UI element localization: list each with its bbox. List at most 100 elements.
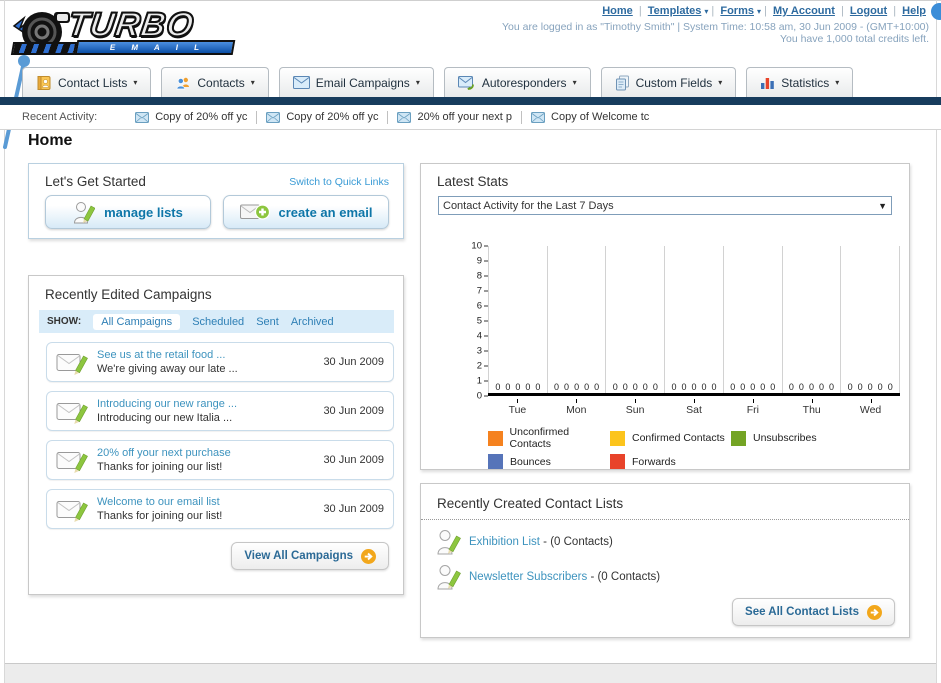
contact-list-item[interactable]: Exhibition List - (0 Contacts) [421, 524, 909, 559]
chart-value-label: 0 [701, 382, 707, 392]
campaign-title-link[interactable]: Welcome to our email list [97, 495, 222, 509]
y-axis-tick: 4 [477, 331, 488, 342]
filter-sent[interactable]: Sent [256, 316, 279, 328]
x-axis-label: Wed [841, 399, 900, 416]
contact-lists-icon [36, 75, 52, 91]
chart-value-label: 0 [711, 382, 717, 392]
manage-lists-button[interactable]: manage lists [45, 195, 211, 229]
contact-list-link[interactable]: Exhibition List [469, 536, 540, 548]
tab-label: Contacts [197, 75, 245, 90]
chart-value-label: 0 [808, 382, 814, 392]
tab-statistics[interactable]: Statistics ▾ [746, 67, 854, 97]
chart-day-column: 00000 [488, 246, 547, 393]
chevron-down-icon: ▼ [878, 200, 887, 211]
login-status-text: You are logged in as "Timothy Smith" | S… [502, 21, 929, 33]
tab-custom-fields[interactable]: Custom Fields ▾ [600, 67, 737, 97]
x-axis-label: Fri [723, 399, 782, 416]
top-nav-link-help[interactable]: Help [902, 5, 926, 17]
campaign-row[interactable]: Welcome to our email list Thanks for join… [46, 489, 394, 529]
tab-email-campaigns[interactable]: Email Campaigns ▾ [278, 67, 434, 97]
filter-archived[interactable]: Archived [291, 316, 334, 328]
top-nav-link-logout[interactable]: Logout [850, 5, 887, 17]
arrow-circle-icon [867, 604, 882, 620]
help-bubble-icon[interactable] [931, 3, 941, 20]
campaign-subtitle: Thanks for joining our list! [97, 461, 223, 473]
brand-sub: E M A I L [109, 43, 207, 52]
envelope-icon [531, 111, 546, 123]
navy-divider-bar [0, 97, 941, 105]
campaign-row[interactable]: Introducing our new range ... Introducing… [46, 391, 394, 431]
chart-value-label: 0 [730, 382, 736, 392]
chart-value-label: 0 [574, 382, 580, 392]
chart-value-label: 0 [818, 382, 824, 392]
recent-activity-item[interactable]: Copy of 20% off yc [266, 111, 378, 123]
recent-activity-bar: Recent Activity: Copy of 20% off yc Copy … [0, 105, 941, 130]
main-nav-tabbar: Contact Lists ▾ Contacts ▾ Email Campaigns ▾ A… [0, 67, 941, 97]
filter-scheduled[interactable]: Scheduled [192, 316, 244, 328]
campaign-title-link[interactable]: See us at the retail food ... [97, 348, 238, 362]
x-axis-label: Sat [665, 399, 724, 416]
see-all-contact-lists-button[interactable]: See All Contact Lists [732, 598, 895, 626]
legend-label: Forwards [632, 455, 676, 468]
chart-legend: Unconfirmed Contacts Confirmed Contacts Un… [488, 426, 817, 469]
campaign-edit-icon [56, 447, 88, 474]
separator [387, 110, 389, 124]
campaign-edit-icon [56, 349, 88, 376]
chart-value-label: 0 [828, 382, 834, 392]
chart-day-column: 00000 [546, 246, 606, 393]
campaign-row[interactable]: 20% off your next purchase Thanks for joi… [46, 440, 394, 480]
tab-contacts[interactable]: Contacts ▾ [161, 67, 269, 97]
y-axis-tick: 7 [477, 286, 488, 297]
y-tick-label: 9 [476, 255, 482, 267]
chart-day-column: 00000 [664, 246, 723, 393]
get-started-panel: Let's Get Started Switch to Quick Links … [28, 163, 404, 239]
top-nav-link-templates[interactable]: Templates [648, 5, 702, 17]
page-footer [5, 663, 936, 683]
y-tick-label: 1 [476, 375, 482, 387]
create-email-button[interactable]: create an email [223, 195, 389, 229]
tab-autoresponders[interactable]: Autoresponders ▾ [443, 67, 591, 97]
x-axis-label: Mon [547, 399, 606, 416]
tab-contact-lists[interactable]: Contact Lists ▾ [22, 67, 152, 97]
y-tick-label: 8 [476, 270, 482, 282]
tab-label: Contact Lists [58, 75, 128, 90]
campaign-row[interactable]: See us at the retail food ... We're givin… [46, 342, 394, 382]
legend-item: Bounces [488, 454, 610, 469]
y-axis-tick: 2 [477, 361, 488, 372]
recent-activity-item[interactable]: Copy of 20% off yc [135, 111, 247, 123]
chart-value-label: 0 [632, 382, 638, 392]
envelope-plus-icon [239, 204, 270, 220]
chart-value-label: 0 [612, 382, 618, 392]
chart-value-label: 0 [877, 382, 883, 392]
recent-activity-item[interactable]: Copy of Welcome tc [531, 111, 649, 123]
legend-item: Confirmed Contacts [610, 426, 731, 450]
campaign-title-link[interactable]: Introducing our new range ... [97, 397, 237, 411]
x-axis-label: Tue [488, 399, 547, 416]
show-label: SHOW: [47, 316, 82, 327]
chart-value-label: 0 [681, 382, 687, 392]
see-all-contact-lists-label: See All Contact Lists [745, 606, 859, 618]
filter-all-campaigns[interactable]: All Campaigns [93, 313, 181, 330]
manage-lists-label: manage lists [104, 204, 183, 220]
recent-activity-item[interactable]: 20% off your next p [397, 111, 512, 123]
chevron-down-icon: ▾ [572, 78, 577, 87]
top-nav-link-home[interactable]: Home [602, 5, 633, 17]
top-nav-link-forms[interactable]: Forms [720, 5, 754, 17]
chart-value-label: 0 [671, 382, 677, 392]
campaign-filter-bar: SHOW: All Campaigns Scheduled Sent Archived [39, 310, 394, 333]
top-nav-link-my-account[interactable]: My Account [773, 5, 835, 17]
stats-period-value: Contact Activity for the Last 7 Days [443, 199, 614, 212]
turbo-email-logo[interactable]: TURBO E M A I L [10, 5, 245, 62]
switch-quick-links-link[interactable]: Switch to Quick Links [289, 176, 389, 188]
contact-list-item[interactable]: Newsletter Subscribers - (0 Contacts) [421, 559, 909, 594]
tab-label: Autoresponders [481, 75, 567, 90]
y-axis-tick: 6 [477, 301, 488, 312]
contact-list-link[interactable]: Newsletter Subscribers [469, 571, 587, 583]
stats-period-select[interactable]: Contact Activity for the Last 7 Days ▼ [438, 196, 892, 215]
campaign-title-link[interactable]: 20% off your next purchase [97, 446, 231, 460]
campaign-subtitle: Thanks for joining our list! [97, 510, 223, 522]
separator [521, 110, 523, 124]
chart-value-label: 0 [642, 382, 648, 392]
view-all-campaigns-button[interactable]: View All Campaigns [231, 542, 389, 570]
chart-day-column: 00000 [722, 246, 782, 393]
